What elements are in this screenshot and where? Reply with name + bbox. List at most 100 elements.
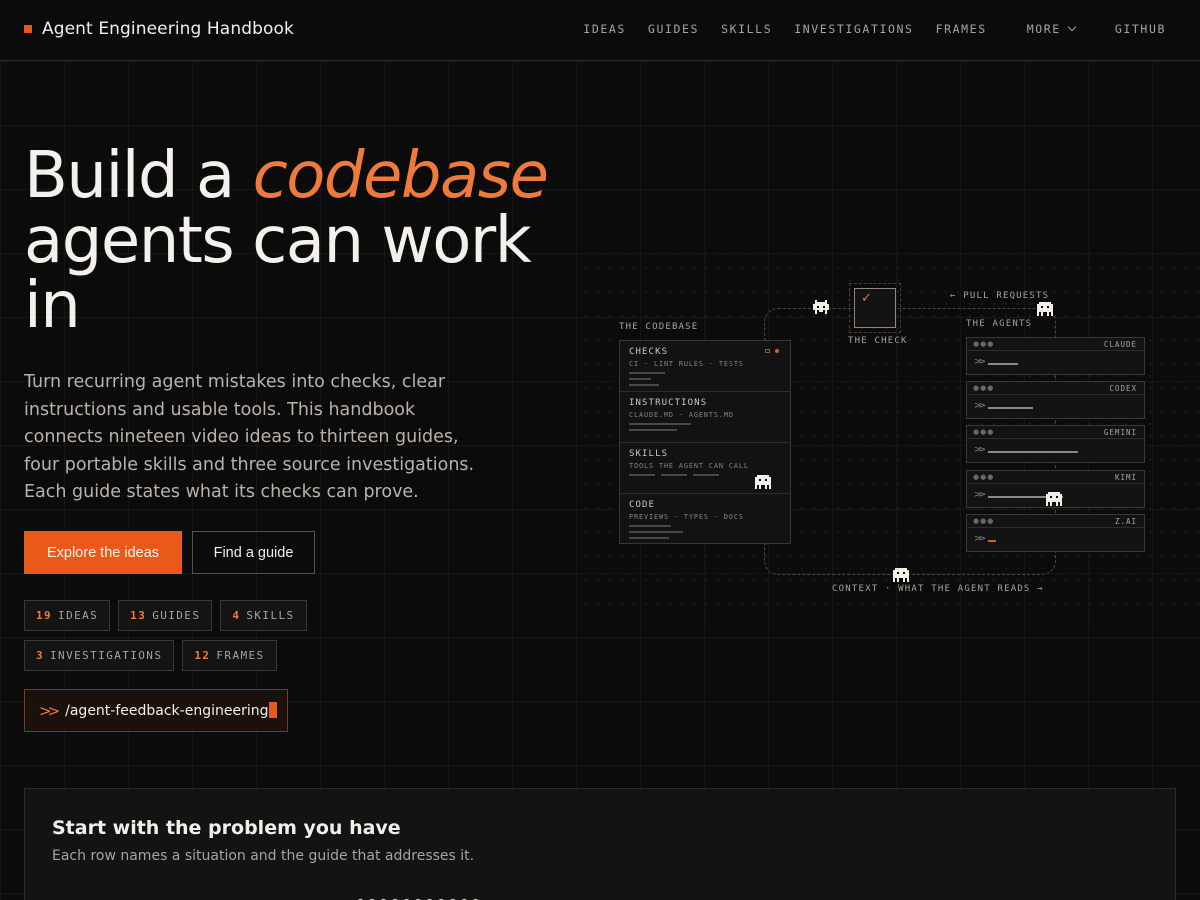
agent-progress-bar [988, 407, 1033, 409]
agent-name: Z.AI [1114, 517, 1137, 526]
window-dots-icon: ●●● [973, 340, 995, 348]
checkmark-icon: ✓ [861, 291, 872, 306]
chip-count: 3 [36, 649, 45, 662]
agent-card-header: ●●● KIMI [967, 471, 1144, 484]
chip-label: SKILLS [246, 609, 295, 622]
agent-card-header: ●●● Z.AI [967, 515, 1144, 528]
hero-title-end: agents can work in [24, 204, 532, 343]
double-chevron-right-icon: >> [39, 701, 60, 720]
row-subtitle: PREVIEWS · TYPES · DOCS [629, 513, 744, 521]
hero-title-start: Build a [24, 139, 253, 213]
chevron-down-icon [1067, 22, 1077, 32]
window-icon [765, 349, 770, 353]
chip-ideas[interactable]: 19 IDEAS [24, 600, 111, 631]
main-nav: IDEAS GUIDES SKILLS INVESTIGATIONS FRAME… [583, 22, 1166, 36]
pull-requests-label: ← PULL REQUESTS [950, 291, 1050, 301]
brand-name: Agent Engineering Handbook [42, 19, 294, 39]
hero-title: Build a codebase agents can work in [24, 144, 564, 339]
chip-guides[interactable]: 13 GUIDES [118, 600, 213, 631]
row-subtitle: CI · LINT RULES · TESTS [629, 360, 744, 368]
agent-card-header: ●●● CLAUDE [967, 338, 1144, 351]
pixel-agent-icon [1046, 492, 1062, 506]
placeholder-line [661, 474, 687, 476]
chip-count: 4 [232, 609, 241, 622]
prompt-chevron-icon: >> [974, 490, 986, 500]
nav-investigations[interactable]: INVESTIGATIONS [794, 22, 913, 36]
agent-progress-bar [988, 363, 1018, 365]
placeholder-line [629, 378, 651, 380]
stat-chips: 19 IDEAS 13 GUIDES 4 SKILLS 3 INVESTIGATIONS… [24, 600, 464, 671]
hero-subtitle: Turn recurring agent mistakes into check… [24, 372, 475, 502]
skill-command[interactable]: >> /agent-feedback-engineering [24, 689, 288, 732]
problem-panel: Start with the problem you have Each row… [24, 788, 1176, 900]
window-dots-icon: ●●● [973, 428, 995, 436]
placeholder-line [693, 474, 719, 476]
pixel-agent-icon [813, 300, 829, 314]
chip-label: IDEAS [58, 609, 99, 622]
chip-investigations[interactable]: 3 INVESTIGATIONS [24, 640, 175, 671]
nav-more-label: MORE [1026, 22, 1061, 36]
text-cursor-icon [269, 702, 278, 718]
command-text: /agent-feedback-engineering [65, 702, 278, 719]
prompt-chevron-icon: >> [974, 357, 986, 367]
agent-progress-bar [988, 540, 996, 542]
command-value: /agent-feedback-engineering [65, 703, 269, 719]
nav-frames[interactable]: FRAMES [936, 22, 987, 36]
placeholder-line [629, 429, 677, 431]
nav-github[interactable]: GITHUB [1115, 22, 1166, 36]
codebase-label: THE CODEBASE [619, 322, 699, 332]
pixel-agent-icon [893, 568, 909, 582]
window-dots-icon: ●●● [973, 517, 995, 525]
placeholder-line [629, 531, 683, 533]
check-frame: ✓ [854, 288, 896, 328]
agent-card-header: ●●● GEMINI [967, 426, 1144, 439]
codebase-row-checks: CHECKS CI · LINT RULES · TESTS [620, 341, 790, 392]
agent-name: KIMI [1114, 473, 1137, 482]
chip-count: 19 [36, 609, 53, 622]
nav-guides[interactable]: GUIDES [648, 22, 699, 36]
chip-label: FRAMES [216, 649, 265, 662]
pixel-agent-icon [1037, 302, 1053, 316]
check-label: THE CHECK [848, 336, 908, 346]
agent-name: CLAUDE [1103, 340, 1137, 349]
chip-frames[interactable]: 12 FRAMES [182, 640, 277, 671]
prompt-chevron-icon: >> [974, 534, 986, 544]
status-dot-icon [775, 349, 779, 353]
agent-card-claude: ●●● CLAUDE >> [966, 337, 1145, 375]
agent-card-zai: ●●● Z.AI >> [966, 514, 1145, 552]
placeholder-line [629, 372, 665, 374]
chip-count: 12 [194, 649, 211, 662]
prompt-chevron-icon: >> [974, 445, 986, 455]
agent-name: CODEX [1109, 384, 1137, 393]
row-title: CODE [629, 500, 656, 510]
pixel-agent-icon [755, 475, 771, 489]
codebase-row-instructions: INSTRUCTIONS CLAUDE.MD · AGENTS.MD [620, 392, 790, 443]
panel-subtitle: Each row names a situation and the guide… [52, 848, 475, 864]
agent-name: GEMINI [1103, 428, 1137, 437]
hero-title-emphasis: codebase [252, 139, 549, 213]
agents-label: THE AGENTS [966, 319, 1033, 329]
chip-skills[interactable]: 4 SKILLS [220, 600, 307, 631]
nav-more[interactable]: MORE [1026, 22, 1077, 36]
agent-progress-bar [988, 451, 1078, 453]
panel-title: Start with the problem you have [52, 817, 401, 839]
site-header: Agent Engineering Handbook IDEAS GUIDES … [0, 0, 1200, 61]
placeholder-line [629, 384, 659, 386]
placeholder-line [629, 474, 655, 476]
window-dots-icon: ●●● [973, 384, 995, 392]
brand[interactable]: Agent Engineering Handbook [24, 19, 294, 39]
nav-ideas[interactable]: IDEAS [583, 22, 626, 36]
chip-label: GUIDES [152, 609, 201, 622]
check-node: ✓ [849, 283, 901, 333]
window-dots-icon: ●●● [973, 473, 995, 481]
explore-ideas-button[interactable]: Explore the ideas [24, 531, 182, 574]
codebase-row-code: CODE PREVIEWS · TYPES · DOCS [620, 494, 790, 544]
nav-skills[interactable]: SKILLS [721, 22, 772, 36]
placeholder-line [629, 423, 691, 425]
prompt-chevron-icon: >> [974, 401, 986, 411]
chip-count: 13 [130, 609, 147, 622]
agent-card-header: ●●● CODEX [967, 382, 1144, 395]
agent-card-codex: ●●● CODEX >> [966, 381, 1145, 419]
brand-square-icon [24, 25, 32, 33]
find-guide-button[interactable]: Find a guide [192, 531, 315, 574]
